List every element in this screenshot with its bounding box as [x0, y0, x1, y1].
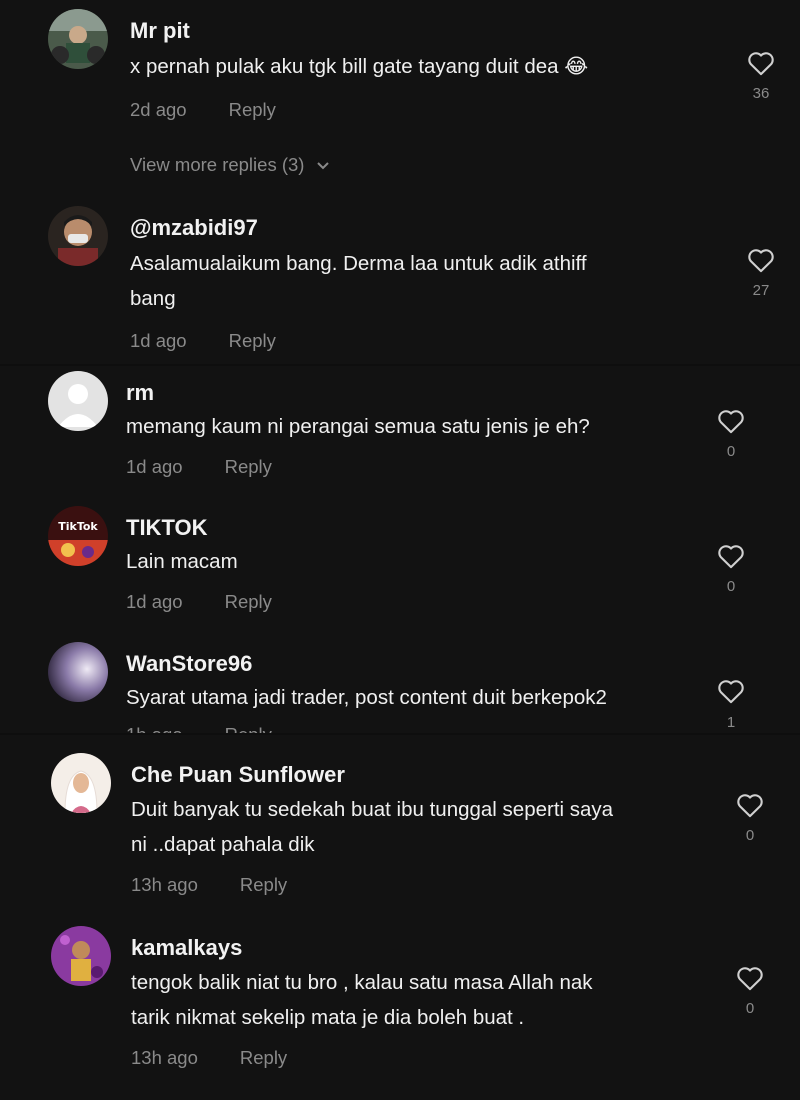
comment-text-line: x pernah pulak aku tgk bill gate tayang …	[130, 55, 589, 78]
comment-meta: 1h ago Reply	[126, 724, 272, 733]
comment-text-line: memang kaum ni perangai semua satu jenis…	[126, 415, 590, 438]
comment-meta-clipped: 1h ago Reply	[126, 724, 426, 733]
like-count-clipped: 1	[711, 716, 751, 733]
heart-outline-icon	[737, 967, 763, 991]
like-button[interactable]: 0	[730, 965, 770, 1017]
comment-username[interactable]: rm	[126, 380, 154, 406]
like-button[interactable]	[711, 678, 751, 704]
avatar[interactable]	[48, 371, 108, 431]
reply-button[interactable]: Reply	[225, 456, 272, 477]
collage-seam	[0, 364, 800, 366]
comment-meta: 1d ago Reply	[126, 591, 272, 613]
reply-button[interactable]: Reply	[229, 99, 276, 120]
comment-timestamp: 13h ago	[131, 1047, 198, 1068]
comment-username[interactable]: WanStore96	[126, 651, 252, 677]
comment-meta: 2d ago Reply	[130, 99, 276, 121]
comment-username[interactable]: TIKTOK	[126, 515, 207, 541]
heart-outline-icon	[718, 545, 744, 569]
like-count: 27	[752, 282, 770, 299]
like-button[interactable]: 0	[730, 792, 770, 844]
comment-text: Lain macam	[126, 544, 706, 579]
like-count: 0	[726, 578, 736, 595]
heart-outline-icon	[748, 249, 774, 273]
reply-button[interactable]: Reply	[240, 1047, 287, 1068]
comment-text: memang kaum ni perangai semua satu jenis…	[126, 409, 706, 444]
chevron-down-icon	[316, 162, 329, 170]
comment-text: Duit banyak tu sedekah buat ibu tunggal …	[131, 792, 711, 862]
comment-username[interactable]: kamalkays	[131, 935, 242, 961]
reply-button[interactable]: Reply	[225, 724, 272, 733]
avatar[interactable]	[48, 9, 108, 69]
comment-text-line: ni ..dapat pahala dik	[131, 833, 315, 856]
comment-timestamp: 2d ago	[130, 99, 187, 120]
heart-outline-icon	[718, 680, 744, 704]
like-count: 0	[745, 1000, 755, 1017]
comment-meta: 1d ago Reply	[126, 456, 272, 478]
comment-timestamp: 1h ago	[126, 724, 183, 733]
comment-timestamp: 1d ago	[126, 591, 183, 612]
reply-button[interactable]: Reply	[229, 330, 276, 351]
comment-timestamp: 1d ago	[130, 330, 187, 351]
avatar-logo-text: TikTok	[58, 520, 98, 533]
heart-outline-icon	[748, 52, 774, 76]
comment-text: x pernah pulak aku tgk bill gate tayang …	[130, 49, 710, 84]
comment-meta: 13h ago Reply	[131, 1047, 287, 1069]
like-count: 36	[752, 85, 770, 102]
reply-button[interactable]: Reply	[240, 874, 287, 895]
view-more-replies-button[interactable]: View more replies (3)	[130, 154, 330, 176]
avatar[interactable]	[51, 926, 111, 986]
heart-outline-icon	[718, 410, 744, 434]
reply-button[interactable]: Reply	[225, 591, 272, 612]
avatar[interactable]	[48, 206, 108, 266]
comment-username[interactable]: Che Puan Sunflower	[131, 762, 345, 788]
comment-meta: 13h ago Reply	[131, 874, 287, 896]
like-count: 0	[745, 827, 755, 844]
comment-username[interactable]: Mr pit	[130, 18, 190, 44]
like-button[interactable]: 36	[741, 50, 781, 102]
comment-username[interactable]: @mzabidi97	[130, 215, 258, 241]
like-button[interactable]: 27	[741, 247, 781, 299]
avatar[interactable]	[51, 753, 111, 813]
view-more-replies-label: View more replies (3)	[130, 154, 305, 175]
comment-text-line: Asalamualaikum bang. Derma laa untuk adi…	[130, 252, 587, 275]
comment-timestamp: 1d ago	[126, 456, 183, 477]
comment-text-line: tarik nikmat sekelip mata je dia boleh b…	[131, 1006, 525, 1029]
comment-text: Syarat utama jadi trader, post content d…	[126, 680, 706, 715]
comment-text-line: Duit banyak tu sedekah buat ibu tunggal …	[131, 798, 614, 821]
comment-text-line: bang	[130, 287, 176, 310]
collage-seam	[0, 733, 800, 735]
like-count-wrap: 1	[711, 716, 751, 731]
like-button[interactable]: 0	[711, 408, 751, 460]
comment-timestamp: 13h ago	[131, 874, 198, 895]
comment-text: Asalamualaikum bang. Derma laa untuk adi…	[130, 246, 710, 316]
avatar[interactable]	[48, 642, 108, 702]
avatar[interactable]: TikTok	[48, 506, 108, 566]
comment-text: tengok balik niat tu bro , kalau satu ma…	[131, 965, 711, 1035]
comment-text-line: Lain macam	[126, 550, 238, 573]
comment-meta: 1d ago Reply	[130, 330, 276, 352]
comment-text-line: tengok balik niat tu bro , kalau satu ma…	[131, 971, 593, 994]
heart-outline-icon	[737, 794, 763, 818]
like-count: 0	[726, 443, 736, 460]
like-count: 1	[726, 716, 736, 731]
like-button[interactable]: 0	[711, 543, 751, 595]
comment-text-line: Syarat utama jadi trader, post content d…	[126, 686, 607, 709]
